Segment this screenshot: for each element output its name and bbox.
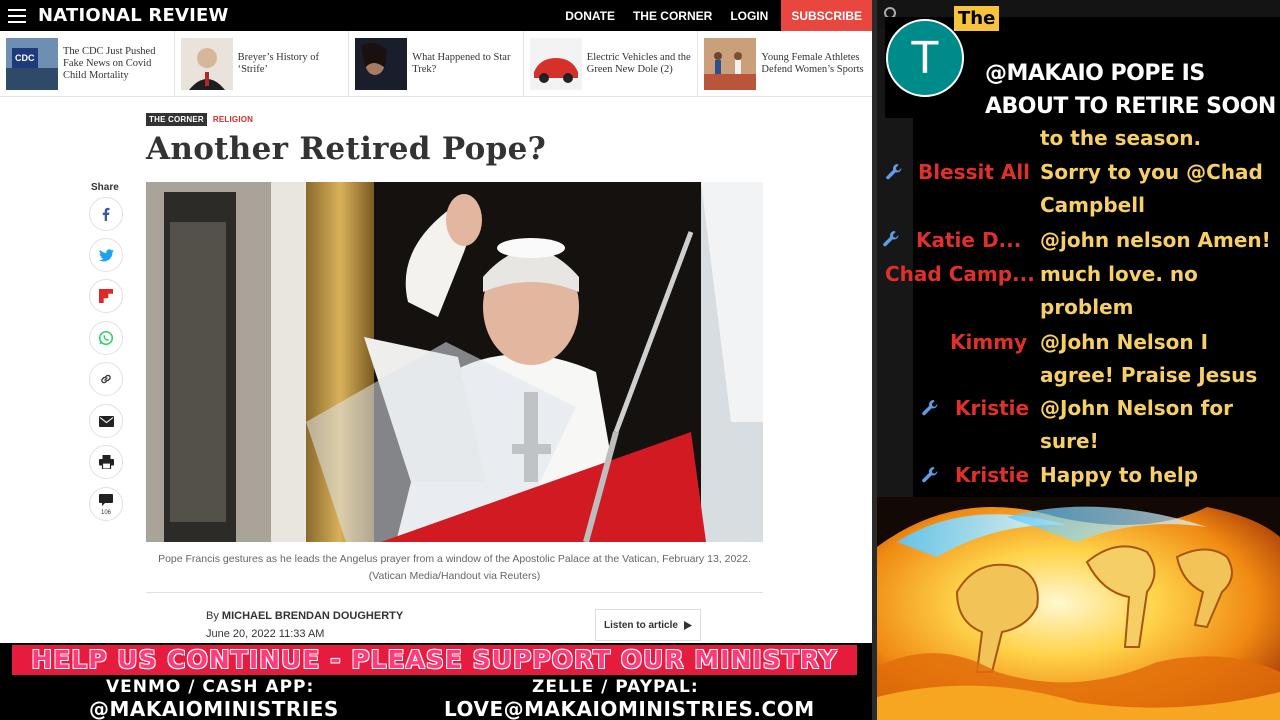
divider xyxy=(146,592,763,593)
trending-item[interactable]: What Happened to Star Trek? xyxy=(349,31,524,96)
featured-message-text: @MAKAIO POPE IS ABOUT TO RETIRE SOON xyxy=(985,61,1276,119)
live-chat-pane: @MAKAIO POPE IS ABOUT TO RETIRE SOON T T… xyxy=(877,0,1280,720)
trending-title: Young Female Athletes Defend Women’s Spo… xyxy=(761,51,864,75)
flipboard-icon xyxy=(99,289,113,303)
svg-text:CDC: CDC xyxy=(15,53,35,63)
donation-banner: HELP US CONTINUE - PLEASE SUPPORT OUR MI… xyxy=(0,643,872,720)
listen-to-article-button[interactable]: Listen to article xyxy=(595,609,701,641)
wrench-icon xyxy=(922,400,938,416)
athletes-thumbnail xyxy=(704,37,757,90)
chat-username[interactable]: Kristie xyxy=(955,393,1029,423)
play-icon xyxy=(683,620,692,630)
comment-icon xyxy=(99,494,113,506)
email-icon xyxy=(98,415,114,427)
chat-message-text: @john nelson Amen! xyxy=(1040,228,1271,252)
nav-login[interactable]: LOGIN xyxy=(721,9,777,23)
featured-name-tag: The xyxy=(954,6,1000,31)
zelle-label: ZELLE / PAYPAL: xyxy=(532,677,699,697)
avatar: T xyxy=(886,19,964,97)
facebook-icon xyxy=(102,207,110,221)
article-title: Another Retired Pope? xyxy=(146,131,547,167)
banner-headline-bar: HELP US CONTINUE - PLEASE SUPPORT OUR MI… xyxy=(12,645,857,675)
print-icon xyxy=(98,455,114,469)
chat-message-text: @John Nelson for sure! xyxy=(1040,396,1233,453)
chat-message-text: Sorry to you @Chad Campbell xyxy=(1040,160,1263,217)
image-caption: Pope Francis gestures as he leads the An… xyxy=(146,551,763,585)
share-email-button[interactable] xyxy=(89,404,123,438)
trending-strip: CDC The CDC Just Pushed Fake News on Cov… xyxy=(0,31,872,97)
trending-title: What Happened to Star Trek? xyxy=(412,51,511,75)
share-link-button[interactable] xyxy=(89,362,123,396)
share-comments-button[interactable]: 106 xyxy=(89,487,123,521)
wrench-icon xyxy=(886,164,902,180)
venmo-handle: @MAKAIOMINISTRIES xyxy=(89,697,339,720)
share-print-button[interactable] xyxy=(89,445,123,479)
trending-item[interactable]: Electric Vehicles and the Green New Dole… xyxy=(524,31,699,96)
share-twitter-button[interactable] xyxy=(89,238,123,272)
chat-username[interactable]: Kristie xyxy=(955,460,1029,490)
link-icon xyxy=(101,374,111,384)
hamburger-menu-icon[interactable] xyxy=(8,8,26,23)
byline: By MICHAEL BRENDAN DOUGHERTY xyxy=(206,610,403,622)
article-labels: THE CORNER RELIGION xyxy=(146,113,253,126)
article-pane: NATIONAL REVIEW DONATE THE CORNER LOGIN … xyxy=(0,0,872,720)
caption-text: Pope Francis gestures as he leads the An… xyxy=(158,553,751,565)
trending-item[interactable]: Breyer’s History of ‘Strife’ xyxy=(175,31,350,96)
electric-car-thumbnail xyxy=(529,37,582,90)
chat-username[interactable]: Blessit All xyxy=(918,157,1030,187)
site-logo[interactable]: NATIONAL REVIEW xyxy=(38,5,229,26)
share-facebook-button[interactable] xyxy=(89,197,123,231)
chat-username[interactable]: Katie D... xyxy=(916,225,1021,255)
chat-username[interactable]: Kimmy xyxy=(950,327,1027,357)
subscribe-button[interactable]: SUBSCRIBE xyxy=(781,0,872,31)
zelle-email: LOVE@MAKAIOMINISTRIES.COM xyxy=(444,697,815,720)
share-whatsapp-button[interactable] xyxy=(89,321,123,355)
category-tag[interactable]: RELIGION xyxy=(213,115,253,124)
trending-title: Electric Vehicles and the Green New Dole… xyxy=(586,51,691,75)
twitter-icon xyxy=(98,248,114,261)
share-label: Share xyxy=(91,182,119,193)
nav-the-corner[interactable]: THE CORNER xyxy=(624,9,721,23)
site-header: NATIONAL REVIEW DONATE THE CORNER LOGIN … xyxy=(0,0,872,31)
whatsapp-icon xyxy=(98,330,114,346)
star-trek-thumbnail xyxy=(355,37,408,90)
article-date: June 20, 2022 11:33 AM xyxy=(206,628,325,640)
wrench-icon xyxy=(922,467,938,483)
header-nav: DONATE THE CORNER LOGIN SUBSCRIBE xyxy=(556,0,872,31)
wrench-icon xyxy=(883,231,899,247)
listen-label: Listen to article xyxy=(604,619,678,631)
nav-donate[interactable]: DONATE xyxy=(556,9,624,23)
caption-credit: (Vatican Media/Handout via Reuters) xyxy=(368,570,541,582)
pope-hero-image xyxy=(146,182,763,542)
chat-username[interactable]: Chad Camp... xyxy=(885,259,1035,289)
chat-message-text: Happy to help xyxy=(1040,463,1199,487)
trending-title: The CDC Just Pushed Fake News on Covid C… xyxy=(63,45,156,81)
chat-message-text: much love. no problem xyxy=(1040,262,1198,319)
chat-message-text: @John Nelson I agree! Praise Jesus xyxy=(1040,330,1258,387)
banner-headline: HELP US CONTINUE - PLEASE SUPPORT OUR MI… xyxy=(31,645,838,674)
share-flipboard-button[interactable] xyxy=(89,279,123,313)
author-link[interactable]: MICHAEL BRENDAN DOUGHERTY xyxy=(222,610,403,622)
section-tag[interactable]: THE CORNER xyxy=(146,113,207,126)
breyer-thumbnail xyxy=(180,37,233,90)
venmo-label: VENMO / CASH APP: xyxy=(106,677,315,697)
fiery-horses-artwork xyxy=(877,497,1280,720)
comment-count: 106 xyxy=(100,510,111,516)
trending-title: Breyer’s History of ‘Strife’ xyxy=(237,51,320,75)
trending-item[interactable]: Young Female Athletes Defend Women’s Spo… xyxy=(698,31,872,96)
chat-message-text: to the season. xyxy=(1040,126,1202,150)
byline-prefix: By xyxy=(206,610,219,622)
trending-item[interactable]: CDC The CDC Just Pushed Fake News on Cov… xyxy=(0,31,175,96)
cdc-thumbnail: CDC xyxy=(6,37,58,90)
